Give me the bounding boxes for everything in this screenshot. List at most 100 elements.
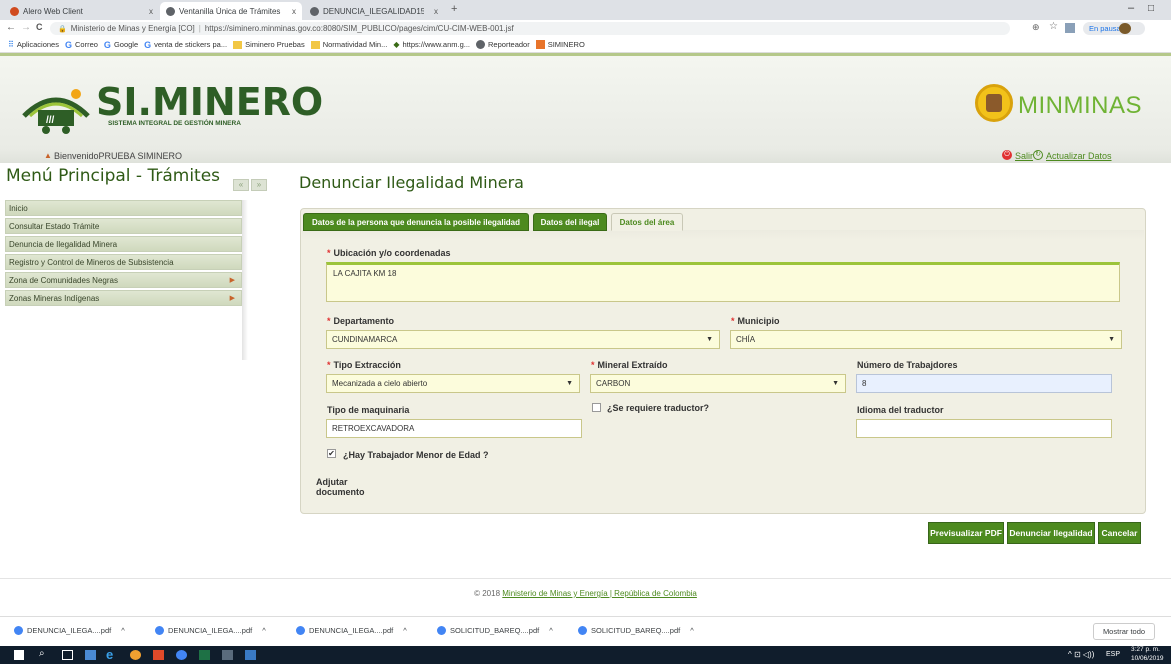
- idioma-input[interactable]: [856, 419, 1112, 438]
- bookmark-anm[interactable]: ◆ https://www.anm.g...: [393, 40, 470, 49]
- task-view-icon[interactable]: [62, 650, 73, 660]
- chevron-up-icon[interactable]: ^: [549, 626, 553, 635]
- departamento-select[interactable]: CUNDINAMARCA ▼: [326, 330, 720, 349]
- bookmark-siminero[interactable]: SIMINERO: [535, 40, 585, 49]
- tab-ilegal[interactable]: Datos del ilegal: [533, 213, 607, 231]
- show-all-downloads-button[interactable]: Mostrar todo: [1093, 623, 1155, 640]
- store-icon[interactable]: [85, 650, 96, 660]
- browser-tab-denuncia[interactable]: DENUNCIA_ILEGALIDAD15601950 x: [304, 2, 444, 20]
- close-tab-icon[interactable]: x: [286, 7, 296, 16]
- bookmark-star-icon[interactable]: ☆: [1049, 21, 1058, 32]
- close-tab-icon[interactable]: x: [143, 7, 153, 16]
- anm-icon: ◆: [393, 40, 400, 49]
- submit-denuncia-button[interactable]: Denunciar Ilegalidad: [1007, 522, 1095, 544]
- search-icon[interactable]: ⌕: [39, 648, 45, 659]
- download-item[interactable]: DENUNCIA_ILEGA....pdf ^: [155, 626, 266, 635]
- browser-tab-alero[interactable]: Alero Web Client x: [4, 2, 159, 20]
- excel-icon[interactable]: [199, 650, 210, 660]
- url-field[interactable]: 🔒 Ministerio de Minas y Energía [CO] | h…: [50, 22, 1010, 35]
- bookmark-normatividad[interactable]: Normatividad Min...: [310, 40, 387, 49]
- bookmark-label: venta de stickers pa...: [154, 40, 228, 49]
- new-tab-button[interactable]: +: [451, 3, 457, 15]
- profile-paused-button[interactable]: En pausa: [1083, 22, 1145, 35]
- back-button[interactable]: ←: [6, 22, 16, 33]
- browser-tab-ventanilla[interactable]: Ventanilla Única de Trámites Min x: [160, 2, 302, 20]
- chevron-up-icon[interactable]: ^: [262, 626, 266, 635]
- zoom-icon[interactable]: ⊕: [1032, 22, 1040, 33]
- sidebar-item-registro[interactable]: Registro y Control de Mineros de Subsist…: [5, 254, 242, 270]
- tray-icons[interactable]: ^ ⊡ ◁)): [1068, 650, 1094, 659]
- bookmark-stickers[interactable]: Gventa de stickers pa...: [144, 40, 227, 50]
- chevron-down-icon: ▼: [706, 336, 713, 343]
- chrome-icon[interactable]: [176, 650, 187, 660]
- extension-icon[interactable]: [1065, 23, 1075, 33]
- preview-pdf-button[interactable]: Previsualizar PDF: [928, 522, 1004, 544]
- tipo-extraccion-select[interactable]: Mecanizada a cielo abierto ▼: [326, 374, 580, 393]
- cancel-button[interactable]: Cancelar: [1098, 522, 1141, 544]
- chevron-up-icon[interactable]: ^: [690, 626, 694, 635]
- chrome-pdf-icon: [14, 626, 23, 635]
- close-tab-icon[interactable]: x: [428, 7, 438, 16]
- idioma-label: Idioma del traductor: [857, 405, 944, 415]
- tab-label: Alero Web Client: [23, 6, 83, 16]
- download-item[interactable]: DENUNCIA_ILEGA....pdf ^: [296, 626, 407, 635]
- menor-edad-checkbox[interactable]: ✔: [327, 449, 336, 458]
- traductor-checkbox[interactable]: [592, 403, 601, 412]
- download-item[interactable]: SOLICITUD_BAREQ....pdf ^: [578, 626, 694, 635]
- sidebar-item-inicio[interactable]: Inicio: [5, 200, 242, 216]
- tab-area[interactable]: Datos del área: [611, 213, 683, 231]
- avatar[interactable]: [1119, 23, 1131, 34]
- logout-link[interactable]: Salir: [1015, 151, 1033, 161]
- tab-denunciante[interactable]: Datos de la persona que denuncia la posi…: [303, 213, 529, 231]
- chevron-up-icon[interactable]: ^: [403, 626, 407, 635]
- chevron-right-icon: ▶: [229, 295, 235, 302]
- sidebar-item-denuncia[interactable]: Denuncia de Ilegalidad Minera: [5, 236, 242, 252]
- municipio-select[interactable]: CHÍA ▼: [730, 330, 1122, 349]
- bookmark-siminero-pruebas[interactable]: Siminero Pruebas: [233, 40, 305, 49]
- bookmark-label: Google: [113, 40, 139, 49]
- mineral-select[interactable]: CARBON ▼: [590, 374, 846, 393]
- footer: © 2018 Ministerio de Minas y Energía | R…: [0, 589, 1171, 598]
- maquinaria-input[interactable]: RETROEXCAVADORA: [326, 419, 582, 438]
- sidebar-item-zonas-indigenas[interactable]: Zonas Mineras Indígenas ▶: [5, 290, 242, 306]
- forward-button[interactable]: →: [21, 22, 31, 33]
- footer-copyright: © 2018: [474, 589, 501, 598]
- alero-icon: [10, 6, 19, 16]
- windows-start-icon[interactable]: [14, 650, 24, 660]
- reload-button[interactable]: C: [36, 22, 43, 32]
- update-data-link[interactable]: Actualizar Datos: [1046, 151, 1112, 161]
- bookmark-google[interactable]: G Google: [104, 40, 138, 50]
- label-text: Idioma del traductor: [857, 405, 944, 415]
- maximize-button[interactable]: □: [1148, 3, 1154, 14]
- trabajadores-input[interactable]: 8: [856, 374, 1112, 393]
- download-item[interactable]: DENUNCIA_ILEGA....pdf ^: [14, 626, 125, 635]
- download-item[interactable]: SOLICITUD_BAREQ....pdf ^: [437, 626, 553, 635]
- mine-cart-logo-icon: ///: [20, 82, 92, 136]
- globe-icon: [310, 6, 319, 16]
- bookmark-apps[interactable]: ⠿ Aplicaciones: [8, 40, 59, 49]
- ubicacion-textarea[interactable]: LA CAJITA KM 18: [326, 262, 1120, 302]
- sidebar-item-comunidades-negras[interactable]: Zona de Comunidades Negras ▶: [5, 272, 242, 288]
- ministry-seal-icon: [975, 84, 1013, 122]
- word-icon[interactable]: [245, 650, 256, 660]
- minimize-button[interactable]: –: [1128, 2, 1134, 14]
- sidebar-item-consultar[interactable]: Consultar Estado Trámite: [5, 218, 242, 234]
- sidebar-next-button[interactable]: »: [251, 179, 267, 191]
- clock-time[interactable]: 3:27 p. m.: [1131, 646, 1160, 653]
- footer-link[interactable]: Ministerio de Minas y Energía | Repúblic…: [502, 589, 697, 598]
- language-indicator[interactable]: ESP: [1106, 651, 1120, 658]
- bookmark-reporteador[interactable]: Reporteador: [476, 40, 530, 49]
- sidebar-item-label: Zonas Mineras Indígenas: [9, 293, 100, 303]
- sidebar-item-label: Registro y Control de Mineros de Subsist…: [9, 257, 174, 267]
- url-text: https://siminero.minminas.gov.co:8080/SI…: [204, 24, 514, 33]
- firefox-icon[interactable]: [130, 650, 141, 660]
- sidebar-prev-button[interactable]: «: [233, 179, 249, 191]
- chevron-up-icon[interactable]: ^: [121, 626, 125, 635]
- app-icon[interactable]: [153, 650, 164, 660]
- bookmark-correo[interactable]: G Correo: [65, 40, 98, 50]
- edge-icon[interactable]: e: [106, 647, 113, 662]
- network-app-icon[interactable]: [222, 650, 233, 660]
- download-filename: SOLICITUD_BAREQ....pdf: [450, 626, 540, 635]
- logo-subtitle: SISTEMA INTEGRAL DE GESTIÓN MINERA: [108, 120, 241, 127]
- clock-date[interactable]: 10/06/2019: [1131, 655, 1164, 662]
